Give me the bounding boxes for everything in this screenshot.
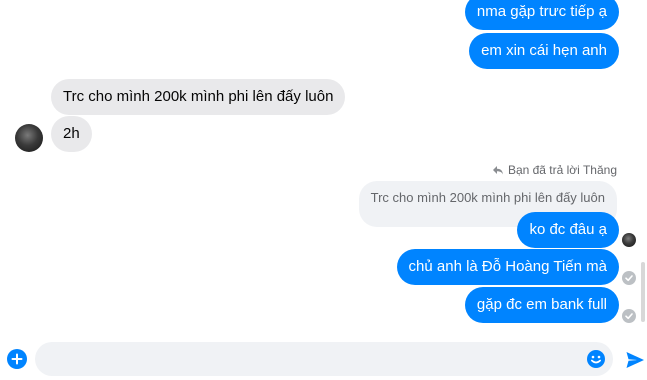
reply-arrow-icon bbox=[492, 166, 503, 175]
message-input[interactable] bbox=[35, 342, 575, 376]
message-incoming[interactable]: 2h bbox=[51, 116, 92, 152]
seen-avatar bbox=[622, 233, 636, 247]
reply-indicator-text: Bạn đã trả lời Thăng bbox=[507, 163, 617, 177]
chat-thread: nma gặp trưc tiếp ạ em xin cái hẹn anh T… bbox=[0, 0, 647, 335]
message-outgoing[interactable]: em xin cái hẹn anh bbox=[469, 33, 619, 69]
message-outgoing[interactable]: chủ anh là Đỗ Hoàng Tiến mà bbox=[396, 249, 619, 285]
message-outgoing[interactable]: nma gặp trưc tiếp ạ bbox=[464, 0, 619, 30]
message-outgoing[interactable]: ko đc đâu ạ bbox=[517, 212, 619, 248]
reply-indicator: Bạn đã trả lời Thăng bbox=[492, 163, 617, 177]
add-attachment-button[interactable] bbox=[7, 349, 27, 369]
message-input-wrapper bbox=[35, 342, 613, 376]
contact-avatar[interactable] bbox=[15, 124, 43, 152]
message-incoming[interactable]: Trc cho mình 200k mình phi lên đấy luôn bbox=[51, 79, 346, 115]
message-composer bbox=[0, 335, 647, 380]
seen-check-icon bbox=[622, 309, 636, 323]
plus-icon bbox=[11, 353, 23, 365]
seen-check-icon bbox=[622, 271, 636, 285]
smiley-icon[interactable] bbox=[586, 349, 606, 369]
message-outgoing[interactable]: gặp đc em bank full bbox=[464, 287, 619, 323]
scrollbar[interactable] bbox=[641, 262, 645, 322]
send-icon[interactable] bbox=[625, 350, 645, 370]
